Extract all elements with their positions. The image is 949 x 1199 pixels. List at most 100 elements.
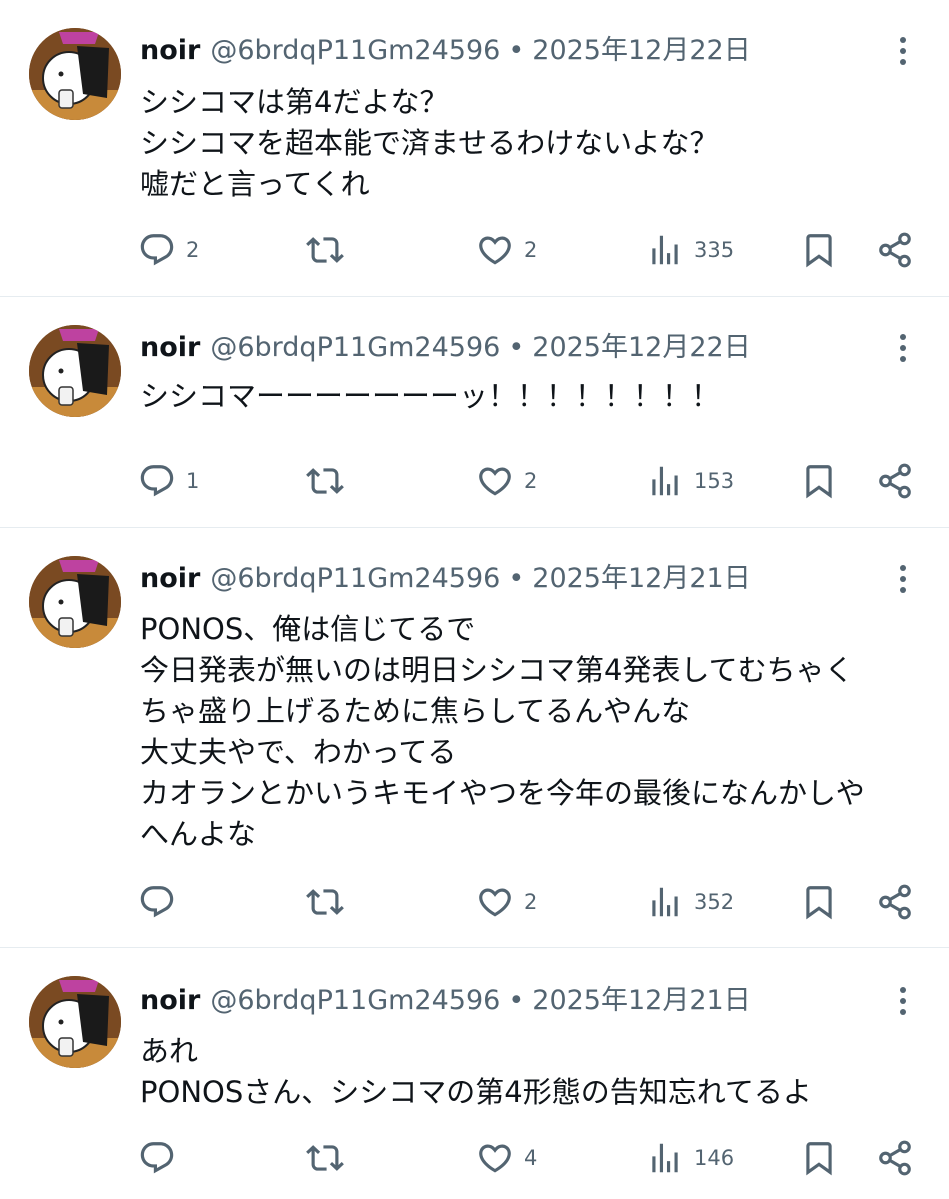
views-button[interactable]: 146 bbox=[646, 1136, 734, 1180]
share-icon bbox=[879, 1140, 911, 1176]
reply-button[interactable] bbox=[138, 880, 186, 924]
retweet-icon bbox=[306, 468, 344, 494]
tweet[interactable]: noir @6brdqP11Gm24596 • 2025年12月21日 あれ P… bbox=[0, 948, 949, 1199]
share-icon bbox=[879, 884, 911, 920]
tweet-text-line: PONOS、俺は信じてるで bbox=[140, 612, 476, 646]
view-count: 153 bbox=[694, 469, 735, 493]
tweet-text-line: カオランとかいうキモイやつを今年の最後になんかしや bbox=[140, 776, 865, 810]
views-button[interactable]: 335 bbox=[646, 228, 734, 272]
reply-button[interactable]: 2 bbox=[138, 228, 199, 272]
view-count: 335 bbox=[694, 238, 735, 262]
reply-icon bbox=[140, 1142, 174, 1174]
user-handle[interactable]: @6brdqP11Gm24596 bbox=[210, 559, 500, 599]
share-button[interactable] bbox=[876, 880, 914, 924]
tweet[interactable]: noir @6brdqP11Gm24596 • 2025年12月21日 PONO… bbox=[0, 528, 949, 948]
like-button[interactable]: 4 bbox=[476, 1136, 537, 1180]
tweet-text: シシコマは第4だよな？ シシコマを超本能で済ませるわけないよな？ 嘘だと言ってく… bbox=[140, 82, 909, 205]
more-options-icon[interactable] bbox=[891, 328, 915, 368]
retweet-button[interactable] bbox=[306, 459, 354, 503]
separator-dot: • bbox=[508, 35, 525, 66]
tweet-date[interactable]: 2025年12月21日 bbox=[532, 981, 750, 1021]
tweet-date[interactable]: 2025年12月21日 bbox=[532, 559, 750, 599]
action-bar: 2 352 bbox=[138, 880, 919, 924]
like-button[interactable]: 2 bbox=[476, 459, 537, 503]
share-button[interactable] bbox=[876, 1136, 914, 1180]
tweet[interactable]: noir @6brdqP11Gm24596 • 2025年12月22日 シシコマ… bbox=[0, 0, 949, 297]
retweet-icon bbox=[306, 889, 344, 915]
view-count: 352 bbox=[694, 890, 735, 914]
tweet-header: noir @6brdqP11Gm24596 • 2025年12月22日 bbox=[140, 328, 879, 368]
retweet-button[interactable] bbox=[306, 1136, 354, 1180]
views-chart-icon bbox=[652, 1143, 678, 1173]
avatar[interactable] bbox=[29, 976, 121, 1068]
tweet-header: noir @6brdqP11Gm24596 • 2025年12月22日 bbox=[140, 31, 879, 71]
tweet-text: あれ PONOSさん、シシコマの第4形態の告知忘れてるよ bbox=[140, 1031, 909, 1113]
avatar[interactable] bbox=[29, 325, 121, 417]
avatar-image bbox=[29, 325, 121, 417]
bookmark-button[interactable] bbox=[800, 459, 838, 503]
share-icon bbox=[879, 463, 911, 499]
tweet-text: PONOS、俺は信じてるで 今日発表が無いのは明日シシコマ第4発表してむちゃく … bbox=[140, 609, 909, 855]
reply-count: 1 bbox=[186, 469, 200, 493]
avatar-image bbox=[29, 28, 121, 120]
reply-button[interactable]: 1 bbox=[138, 459, 199, 503]
tweet[interactable]: noir @6brdqP11Gm24596 • 2025年12月22日 シシコマ… bbox=[0, 297, 949, 528]
action-bar: 4 146 bbox=[138, 1136, 919, 1180]
tweet-text: シシコマーーーーーーーッ！！！！！！！！ bbox=[140, 376, 909, 417]
separator-dot: • bbox=[508, 332, 525, 363]
tweet-text-line: シシコマを超本能で済ませるわけないよな？ bbox=[140, 126, 719, 160]
heart-icon bbox=[479, 467, 511, 496]
like-count: 2 bbox=[524, 238, 538, 262]
views-button[interactable]: 352 bbox=[646, 880, 734, 924]
bookmark-button[interactable] bbox=[800, 880, 838, 924]
display-name[interactable]: noir bbox=[140, 981, 200, 1021]
tweet-text-line: シシコマは第4だよな？ bbox=[140, 85, 449, 119]
retweet-button[interactable] bbox=[306, 880, 354, 924]
tweet-date[interactable]: 2025年12月22日 bbox=[532, 328, 750, 368]
action-bar: 2 2 335 bbox=[138, 228, 919, 272]
views-button[interactable]: 153 bbox=[646, 459, 734, 503]
heart-icon bbox=[479, 1144, 511, 1173]
display-name[interactable]: noir bbox=[140, 328, 200, 368]
avatar-image bbox=[29, 556, 121, 648]
reply-icon bbox=[140, 886, 174, 918]
share-button[interactable] bbox=[876, 459, 914, 503]
tweet-text-line: へんよな bbox=[140, 817, 257, 851]
tweet-feed: noir @6brdqP11Gm24596 • 2025年12月22日 シシコマ… bbox=[0, 0, 949, 1199]
more-options-icon[interactable] bbox=[891, 559, 915, 599]
user-handle[interactable]: @6brdqP11Gm24596 bbox=[210, 981, 500, 1021]
avatar-image bbox=[29, 976, 121, 1068]
reply-button[interactable] bbox=[138, 1136, 186, 1180]
tweet-date[interactable]: 2025年12月22日 bbox=[532, 31, 750, 71]
reply-icon bbox=[140, 465, 174, 497]
more-options-icon[interactable] bbox=[891, 981, 915, 1021]
more-options-icon[interactable] bbox=[891, 31, 915, 71]
avatar[interactable] bbox=[29, 556, 121, 648]
bookmark-icon bbox=[806, 465, 832, 499]
bookmark-button[interactable] bbox=[800, 1136, 838, 1180]
user-handle[interactable]: @6brdqP11Gm24596 bbox=[210, 328, 500, 368]
bookmark-icon bbox=[806, 234, 832, 268]
display-name[interactable]: noir bbox=[140, 559, 200, 599]
share-icon bbox=[879, 232, 911, 268]
like-button[interactable]: 2 bbox=[476, 228, 537, 272]
views-chart-icon bbox=[652, 235, 678, 265]
tweet-text-line: シシコマーーーーーーーッ！！！！！！！！ bbox=[140, 379, 721, 413]
user-handle[interactable]: @6brdqP11Gm24596 bbox=[210, 31, 500, 71]
display-name[interactable]: noir bbox=[140, 31, 200, 71]
bookmark-icon bbox=[806, 1142, 832, 1176]
tweet-text-line: 嘘だと言ってくれ bbox=[140, 167, 370, 201]
bookmark-button[interactable] bbox=[800, 228, 838, 272]
reply-icon bbox=[140, 234, 174, 266]
tweet-header: noir @6brdqP11Gm24596 • 2025年12月21日 bbox=[140, 981, 879, 1021]
retweet-icon bbox=[306, 1145, 344, 1171]
share-button[interactable] bbox=[876, 228, 914, 272]
bookmark-icon bbox=[806, 886, 832, 920]
retweet-icon bbox=[306, 237, 344, 263]
views-chart-icon bbox=[652, 466, 678, 496]
retweet-button[interactable] bbox=[306, 228, 354, 272]
avatar[interactable] bbox=[29, 28, 121, 120]
like-count: 2 bbox=[524, 469, 538, 493]
like-button[interactable]: 2 bbox=[476, 880, 537, 924]
views-chart-icon bbox=[652, 887, 678, 917]
